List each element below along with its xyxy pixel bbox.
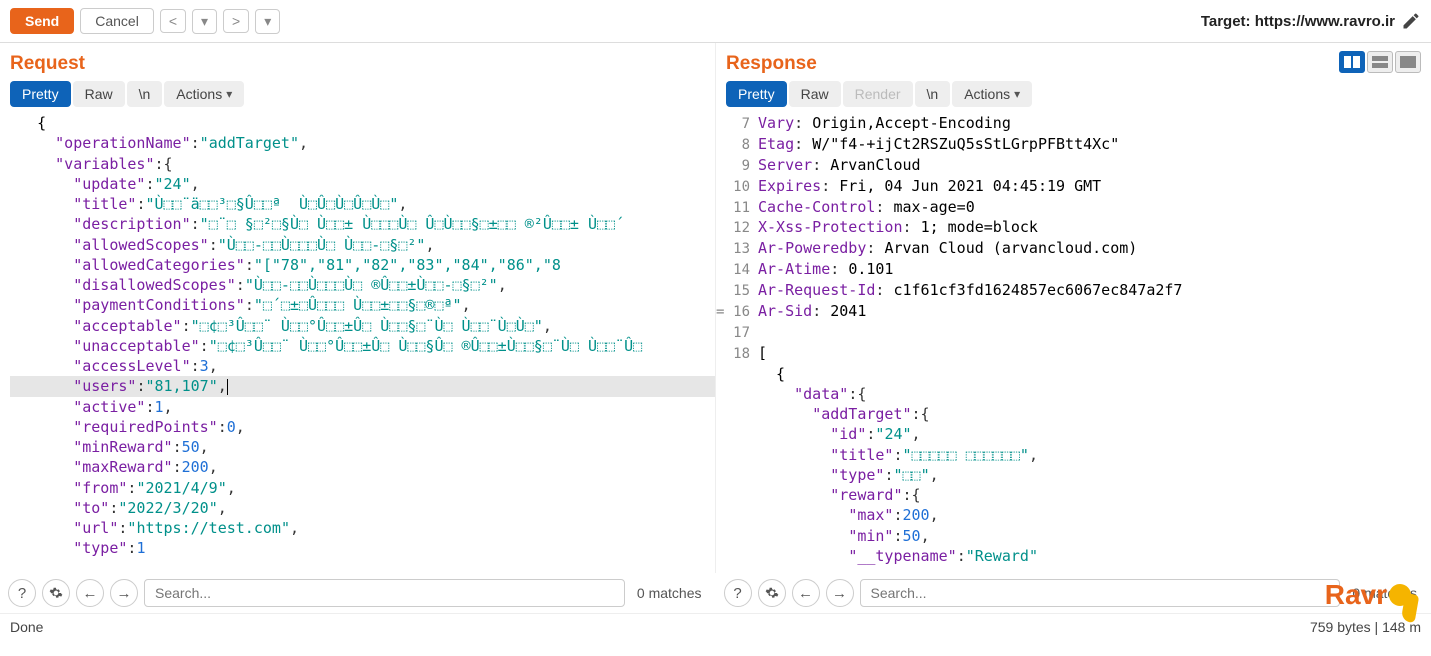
tab-pretty[interactable]: Pretty — [726, 81, 787, 107]
tab-raw[interactable]: Raw — [73, 81, 125, 107]
response-title: Response — [726, 43, 817, 81]
tab-render[interactable]: Render — [843, 81, 913, 107]
prev-button[interactable]: < — [160, 9, 186, 33]
status-bar: Done 759 bytes | 148 m — [0, 613, 1431, 640]
next-button[interactable]: > — [223, 9, 249, 33]
edit-icon[interactable] — [1401, 11, 1421, 31]
help-icon[interactable]: ? — [724, 579, 752, 607]
chevron-down-icon: ▾ — [226, 87, 232, 101]
layout-split-icon[interactable] — [1339, 51, 1365, 73]
response-panel: Response Pretty Raw Render \n Actions ▾ … — [716, 43, 1431, 573]
gear-icon[interactable] — [758, 579, 786, 607]
request-panel: Request Pretty Raw \n Actions ▾ { "opera… — [0, 43, 716, 573]
search-footers: ? ← → 0 matches ? ← → 0 matches — [0, 573, 1431, 613]
top-toolbar: Send Cancel < ▾ > ▾ Target: https://www.… — [0, 0, 1431, 43]
search-next-icon[interactable]: → — [826, 579, 854, 607]
next-dropdown[interactable]: ▾ — [255, 9, 280, 34]
request-search-input[interactable] — [144, 579, 625, 607]
response-search-input[interactable] — [860, 579, 1341, 607]
tab-raw[interactable]: Raw — [789, 81, 841, 107]
layout-single-icon[interactable] — [1395, 51, 1421, 73]
send-button[interactable]: Send — [10, 8, 74, 34]
search-next-icon[interactable]: → — [110, 579, 138, 607]
target-label: Target: https://www.ravro.ir — [1201, 13, 1395, 30]
status-left: Done — [10, 619, 43, 635]
status-right: 759 bytes | 148 m — [1310, 619, 1421, 635]
tab-newline[interactable]: \n — [915, 81, 951, 107]
request-body[interactable]: { "operationName":"addTarget", "variable… — [0, 113, 715, 573]
tab-actions[interactable]: Actions ▾ — [952, 81, 1032, 107]
request-match-count: 0 matches — [631, 585, 708, 601]
tab-pretty[interactable]: Pretty — [10, 81, 71, 107]
layout-stacked-icon[interactable] — [1367, 51, 1393, 73]
tab-actions[interactable]: Actions ▾ — [164, 81, 244, 107]
chevron-down-icon: ▾ — [1014, 87, 1020, 101]
gear-icon[interactable] — [42, 579, 70, 607]
help-icon[interactable]: ? — [8, 579, 36, 607]
search-prev-icon[interactable]: ← — [76, 579, 104, 607]
search-prev-icon[interactable]: ← — [792, 579, 820, 607]
request-title: Request — [10, 43, 85, 81]
tab-newline[interactable]: \n — [127, 81, 163, 107]
response-match-count: 0 matches — [1346, 585, 1423, 601]
prev-dropdown[interactable]: ▾ — [192, 9, 217, 34]
response-body[interactable]: 7Vary: Origin,Accept-Encoding 8Etag: W/"… — [716, 113, 1431, 573]
cancel-button[interactable]: Cancel — [80, 8, 154, 34]
